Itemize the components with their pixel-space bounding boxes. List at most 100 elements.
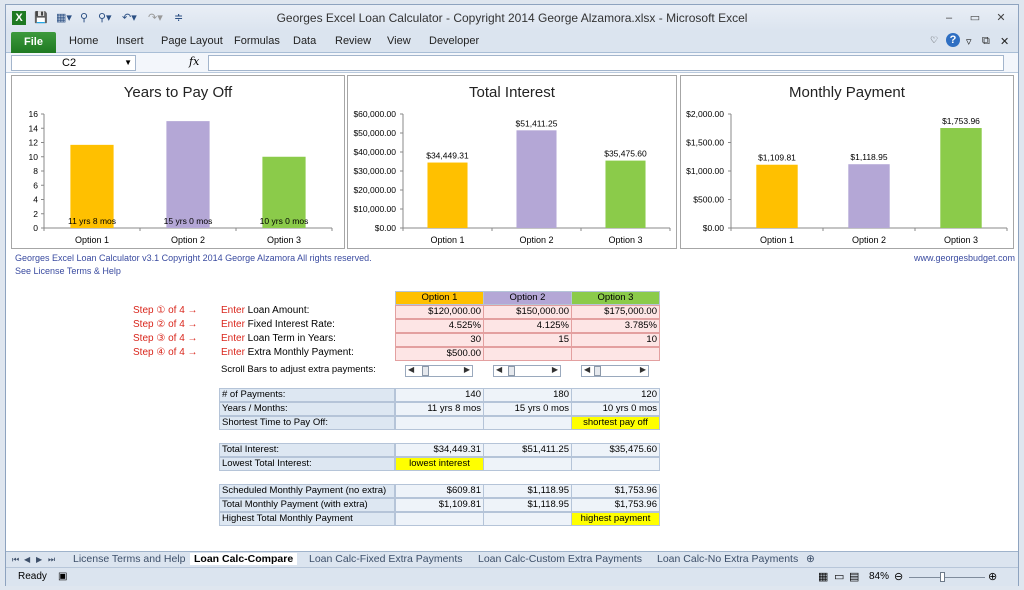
result-cell: 15 yrs 0 mos	[483, 402, 572, 416]
scroll-right-icon[interactable]: ▶	[640, 365, 646, 374]
workbook-restore-icon[interactable]: ⧉	[982, 35, 990, 48]
row-label: Total Interest:	[219, 443, 395, 457]
result-cell: $1,118.95	[483, 498, 572, 512]
worksheet: Years to Pay Off 16 14 12 10 8 6 4 2 0 11 yrs 8 m…	[6, 73, 1018, 551]
website-link[interactable]: www.georgesbudget.com	[914, 253, 1015, 263]
zoom-slider-thumb[interactable]	[940, 572, 945, 582]
result-cell	[571, 457, 660, 471]
input-cell[interactable]	[571, 347, 660, 361]
tab-scroll-next-icon[interactable]: ▶	[36, 555, 42, 564]
tab-home[interactable]: Home	[69, 35, 98, 47]
scroll-right-icon[interactable]: ▶	[464, 365, 470, 374]
result-cell	[395, 512, 484, 526]
zoom-level[interactable]: 84%	[869, 571, 889, 582]
chart-total-interest[interactable]: Total Interest $60,000.00 $50,000.00 $40,0…	[347, 75, 677, 249]
sheet-tab-fixed-extra[interactable]: Loan Calc-Fixed Extra Payments	[309, 553, 462, 565]
license-link[interactable]: See License Terms & Help	[15, 266, 121, 276]
page-layout-view-icon[interactable]: ▭	[834, 570, 844, 583]
sheet-tab-compare[interactable]: Loan Calc-Compare	[190, 553, 298, 565]
zoom-slider[interactable]	[909, 577, 985, 578]
scroll-left-icon[interactable]: ◀	[408, 365, 414, 374]
page-break-view-icon[interactable]: ▤	[849, 570, 859, 583]
macro-record-icon[interactable]: ▣	[58, 571, 67, 582]
scroll-thumb[interactable]	[422, 366, 429, 376]
maximize-button[interactable]: ▭	[964, 10, 986, 26]
input-cell[interactable]: $150,000.00	[483, 305, 572, 319]
tab-scroll-prev-icon[interactable]: ◀	[24, 555, 30, 564]
tab-page-layout[interactable]: Page Layout	[161, 35, 223, 47]
y-tick-label: 0	[33, 223, 38, 233]
close-button[interactable]: ✕	[990, 10, 1012, 26]
credit-text: Georges Excel Loan Calculator v3.1 Copyr…	[15, 253, 372, 263]
formula-input[interactable]	[208, 55, 1004, 71]
tab-file[interactable]: File	[11, 32, 56, 53]
sheet-tab-no-extra[interactable]: Loan Calc-No Extra Payments	[657, 553, 798, 565]
row-label: Lowest Total Interest:	[219, 457, 395, 471]
input-cell[interactable]: 4.125%	[483, 319, 572, 333]
sheet-tab-custom-extra[interactable]: Loan Calc-Custom Extra Payments	[478, 553, 642, 565]
tab-data[interactable]: Data	[293, 35, 316, 47]
input-label: Enter Loan Amount:	[221, 305, 309, 316]
name-box[interactable]: C2 ▼	[11, 55, 136, 71]
extra-payment-scrollbar[interactable]: ◀ ▶	[405, 365, 473, 377]
zoom-in-icon[interactable]: ⊕	[988, 570, 997, 583]
tab-review[interactable]: Review	[335, 35, 371, 47]
tab-view[interactable]: View	[387, 35, 411, 47]
chart-monthly-payment[interactable]: Monthly Payment $2,000.00 $1,500.00 $1,000…	[680, 75, 1014, 249]
step-indicator: Step ① of 4 →	[133, 305, 198, 316]
result-cell: highest payment	[571, 512, 660, 526]
result-cell: 140	[395, 388, 484, 402]
input-cell[interactable]: $175,000.00	[571, 305, 660, 319]
scroll-left-icon[interactable]: ◀	[496, 365, 502, 374]
y-tick-label: $1,500.00	[686, 138, 724, 148]
input-cell[interactable]: 10	[571, 333, 660, 347]
insert-sheet-icon[interactable]: ⊕	[806, 553, 815, 565]
result-cell: 120	[571, 388, 660, 402]
input-cell[interactable]: $500.00	[395, 347, 484, 361]
tab-scroll-first-icon[interactable]: ⏮	[12, 555, 19, 565]
input-cell[interactable]: 30	[395, 333, 484, 347]
input-cell[interactable]: 15	[483, 333, 572, 347]
scroll-thumb[interactable]	[508, 366, 515, 376]
scroll-thumb[interactable]	[594, 366, 601, 376]
workbook-close-icon[interactable]: ✕	[1000, 35, 1009, 48]
input-cell[interactable]: 4.525%	[395, 319, 484, 333]
chevron-down-icon[interactable]: ▼	[124, 56, 132, 70]
y-tick-label: 2	[33, 209, 38, 219]
result-cell: 10 yrs 0 mos	[571, 402, 660, 416]
tab-scroll-last-icon[interactable]: ⏭	[48, 555, 55, 565]
input-cell[interactable]	[483, 347, 572, 361]
insert-function-icon[interactable]: fx	[189, 55, 199, 68]
enter-word: Enter	[221, 333, 245, 344]
extra-payment-scrollbar[interactable]: ◀ ▶	[493, 365, 561, 377]
input-cell[interactable]: 3.785%	[571, 319, 660, 333]
bar-option-3	[940, 128, 982, 228]
tab-insert[interactable]: Insert	[116, 35, 144, 47]
workbook-minimize-icon[interactable]: ▿	[966, 35, 972, 48]
result-cell: shortest pay off	[571, 416, 660, 430]
extra-payment-scrollbar[interactable]: ◀ ▶	[581, 365, 649, 377]
scroll-right-icon[interactable]: ▶	[552, 365, 558, 374]
sheet-tab-license[interactable]: License Terms and Help	[73, 553, 185, 565]
ribbon-collapse-icon[interactable]: ♡	[930, 35, 938, 46]
result-cell	[395, 416, 484, 430]
chart-plot: $60,000.00 $50,000.00 $40,000.00 $30,000.00…	[353, 109, 671, 245]
scroll-left-icon[interactable]: ◀	[584, 365, 590, 374]
row-label: Total Monthly Payment (with extra)	[219, 498, 395, 512]
result-cell: $35,475.60	[571, 443, 660, 457]
help-icon[interactable]: ?	[946, 33, 960, 47]
enter-word: Enter	[221, 347, 245, 358]
chart-years-to-pay-off[interactable]: Years to Pay Off 16 14 12 10 8 6 4 2 0 11 yrs 8 m…	[11, 75, 345, 249]
y-tick-label: 14	[29, 123, 39, 133]
minimize-button[interactable]: –	[938, 10, 960, 26]
y-tick-label: $20,000.00	[353, 185, 396, 195]
normal-view-icon[interactable]: ▦	[818, 570, 828, 583]
y-tick-label: $40,000.00	[353, 147, 396, 157]
y-tick-label: $0.00	[375, 223, 397, 233]
tab-developer[interactable]: Developer	[429, 35, 479, 47]
result-cell: $1,753.96	[571, 498, 660, 512]
y-tick-label: $50,000.00	[353, 128, 396, 138]
tab-formulas[interactable]: Formulas	[234, 35, 280, 47]
input-cell[interactable]: $120,000.00	[395, 305, 484, 319]
zoom-out-icon[interactable]: ⊖	[894, 570, 903, 583]
